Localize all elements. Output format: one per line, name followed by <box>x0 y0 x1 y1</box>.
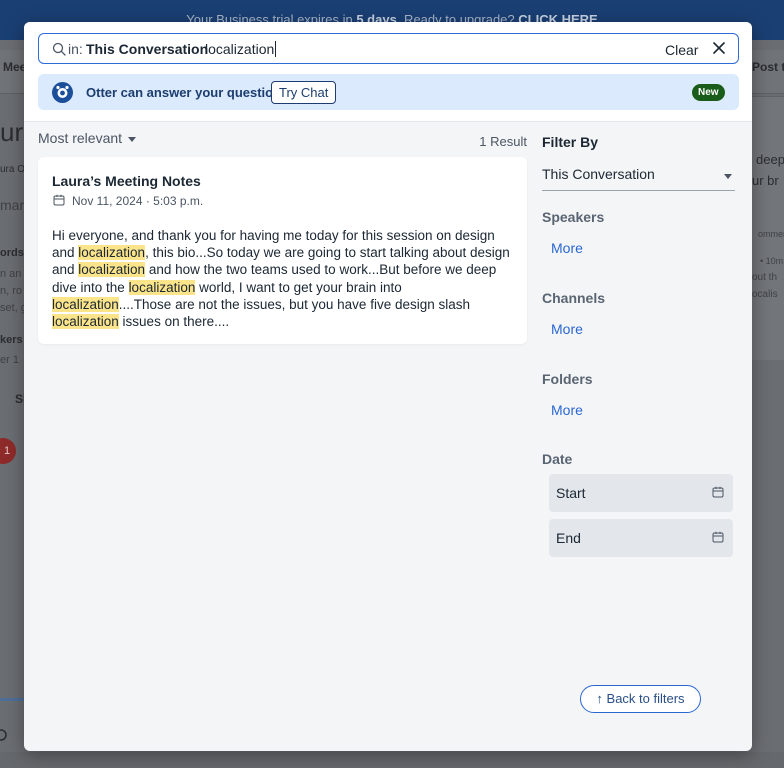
folders-more-link[interactable]: More <box>551 402 583 418</box>
filter-heading: Filter By <box>542 134 599 150</box>
end-date-field[interactable]: End <box>549 519 733 557</box>
search-modal: in: This Conversation localization Clear… <box>24 22 752 751</box>
bg-keyword-line: n an <box>0 268 22 280</box>
try-chat-button[interactable]: Try Chat <box>271 81 337 104</box>
close-icon[interactable] <box>712 41 726 55</box>
snippet-text: issues on there.... <box>118 314 230 330</box>
snippet-highlight: localization <box>78 245 146 261</box>
result-count: 1 Result <box>479 134 527 149</box>
bg-rp-time: • 10m <box>760 256 784 266</box>
search-bar[interactable]: in: This Conversation localization Clear <box>38 33 739 64</box>
back-to-filters-button[interactable]: ↑ Back to filters <box>580 685 701 713</box>
speakers-more-link[interactable]: More <box>551 240 583 256</box>
end-date-label: End <box>556 530 581 546</box>
start-date-field[interactable]: Start <box>549 474 733 512</box>
start-date-label: Start <box>556 485 586 501</box>
bg-nav-right: Post t <box>752 60 784 74</box>
calendar-icon <box>53 194 65 206</box>
search-icon <box>52 42 66 56</box>
bg-keyword-line: set, g <box>0 302 27 314</box>
conversation-scope-select[interactable]: This Conversation <box>542 166 735 191</box>
otter-prompt-message: Otter can answer your question <box>86 85 282 100</box>
snippet-highlight: localization <box>52 296 119 312</box>
speakers-label: Speakers <box>542 209 605 225</box>
bg-title-fragment: ur <box>0 117 24 147</box>
search-scope-prefix: in: <box>68 41 83 57</box>
bg-rp-out: ocalis <box>752 289 778 300</box>
bg-rp-line: deep <box>756 152 784 167</box>
bg-author-fragment: ura O <box>0 164 26 175</box>
date-label: Date <box>542 451 573 467</box>
search-result-card[interactable]: Laura’s Meeting Notes Nov 11, 2024 · 5:0… <box>38 157 527 344</box>
channels-more-link[interactable]: More <box>551 321 583 337</box>
result-date: Nov 11, 2024 · 5:03 p.m. <box>72 194 204 208</box>
sort-dropdown[interactable]: Most relevant <box>38 130 137 146</box>
snippet-highlight: localization <box>78 262 146 278</box>
search-scope: This Conversation <box>86 41 209 57</box>
clear-search-button[interactable]: Clear <box>665 42 698 58</box>
folders-label: Folders <box>542 371 593 387</box>
bg-speaker-fragment: er 1 <box>0 354 19 366</box>
scope-select-value: This Conversation <box>542 166 655 182</box>
bg-summary-fragment: mar <box>0 197 25 213</box>
channels-label: Channels <box>542 290 606 306</box>
snippet-text: world, I want to get your brain into <box>195 279 402 295</box>
bg-rp-out: out th <box>752 272 778 283</box>
otter-logo-icon <box>52 82 73 103</box>
bg-bottom-strip <box>0 752 784 768</box>
bg-speakers-label: kers <box>0 334 23 346</box>
bg-rp-comment: ommen <box>758 229 784 239</box>
chevron-down-icon <box>128 136 137 142</box>
bg-keywords-label: ords <box>0 247 24 259</box>
calendar-icon <box>712 486 724 498</box>
search-input[interactable]: localization <box>205 41 277 57</box>
chevron-down-icon <box>724 174 732 179</box>
snippet-text: ....Those are not the issues, but you ha… <box>118 296 471 312</box>
calendar-icon <box>712 531 724 543</box>
snippet-highlight: localization <box>52 314 119 330</box>
result-title[interactable]: Laura’s Meeting Notes <box>52 173 201 189</box>
result-snippet: Hi everyone, and thank you for having me… <box>52 227 514 330</box>
bg-badge-count: 1 <box>3 445 11 457</box>
bg-rp-line: ur br <box>752 173 779 188</box>
bg-nav-left: Mee <box>3 60 27 74</box>
otter-chat-prompt: Otter can answer your question Try Chat … <box>38 74 739 110</box>
bg-keyword-line: n, ro <box>0 285 23 297</box>
sort-label: Most relevant <box>38 130 123 146</box>
snippet-highlight: localization <box>128 279 196 295</box>
modal-header: in: This Conversation localization Clear… <box>24 22 752 122</box>
bg-right-panel <box>752 96 784 360</box>
bg-circle-icon <box>0 729 7 741</box>
new-badge: New <box>692 84 725 101</box>
